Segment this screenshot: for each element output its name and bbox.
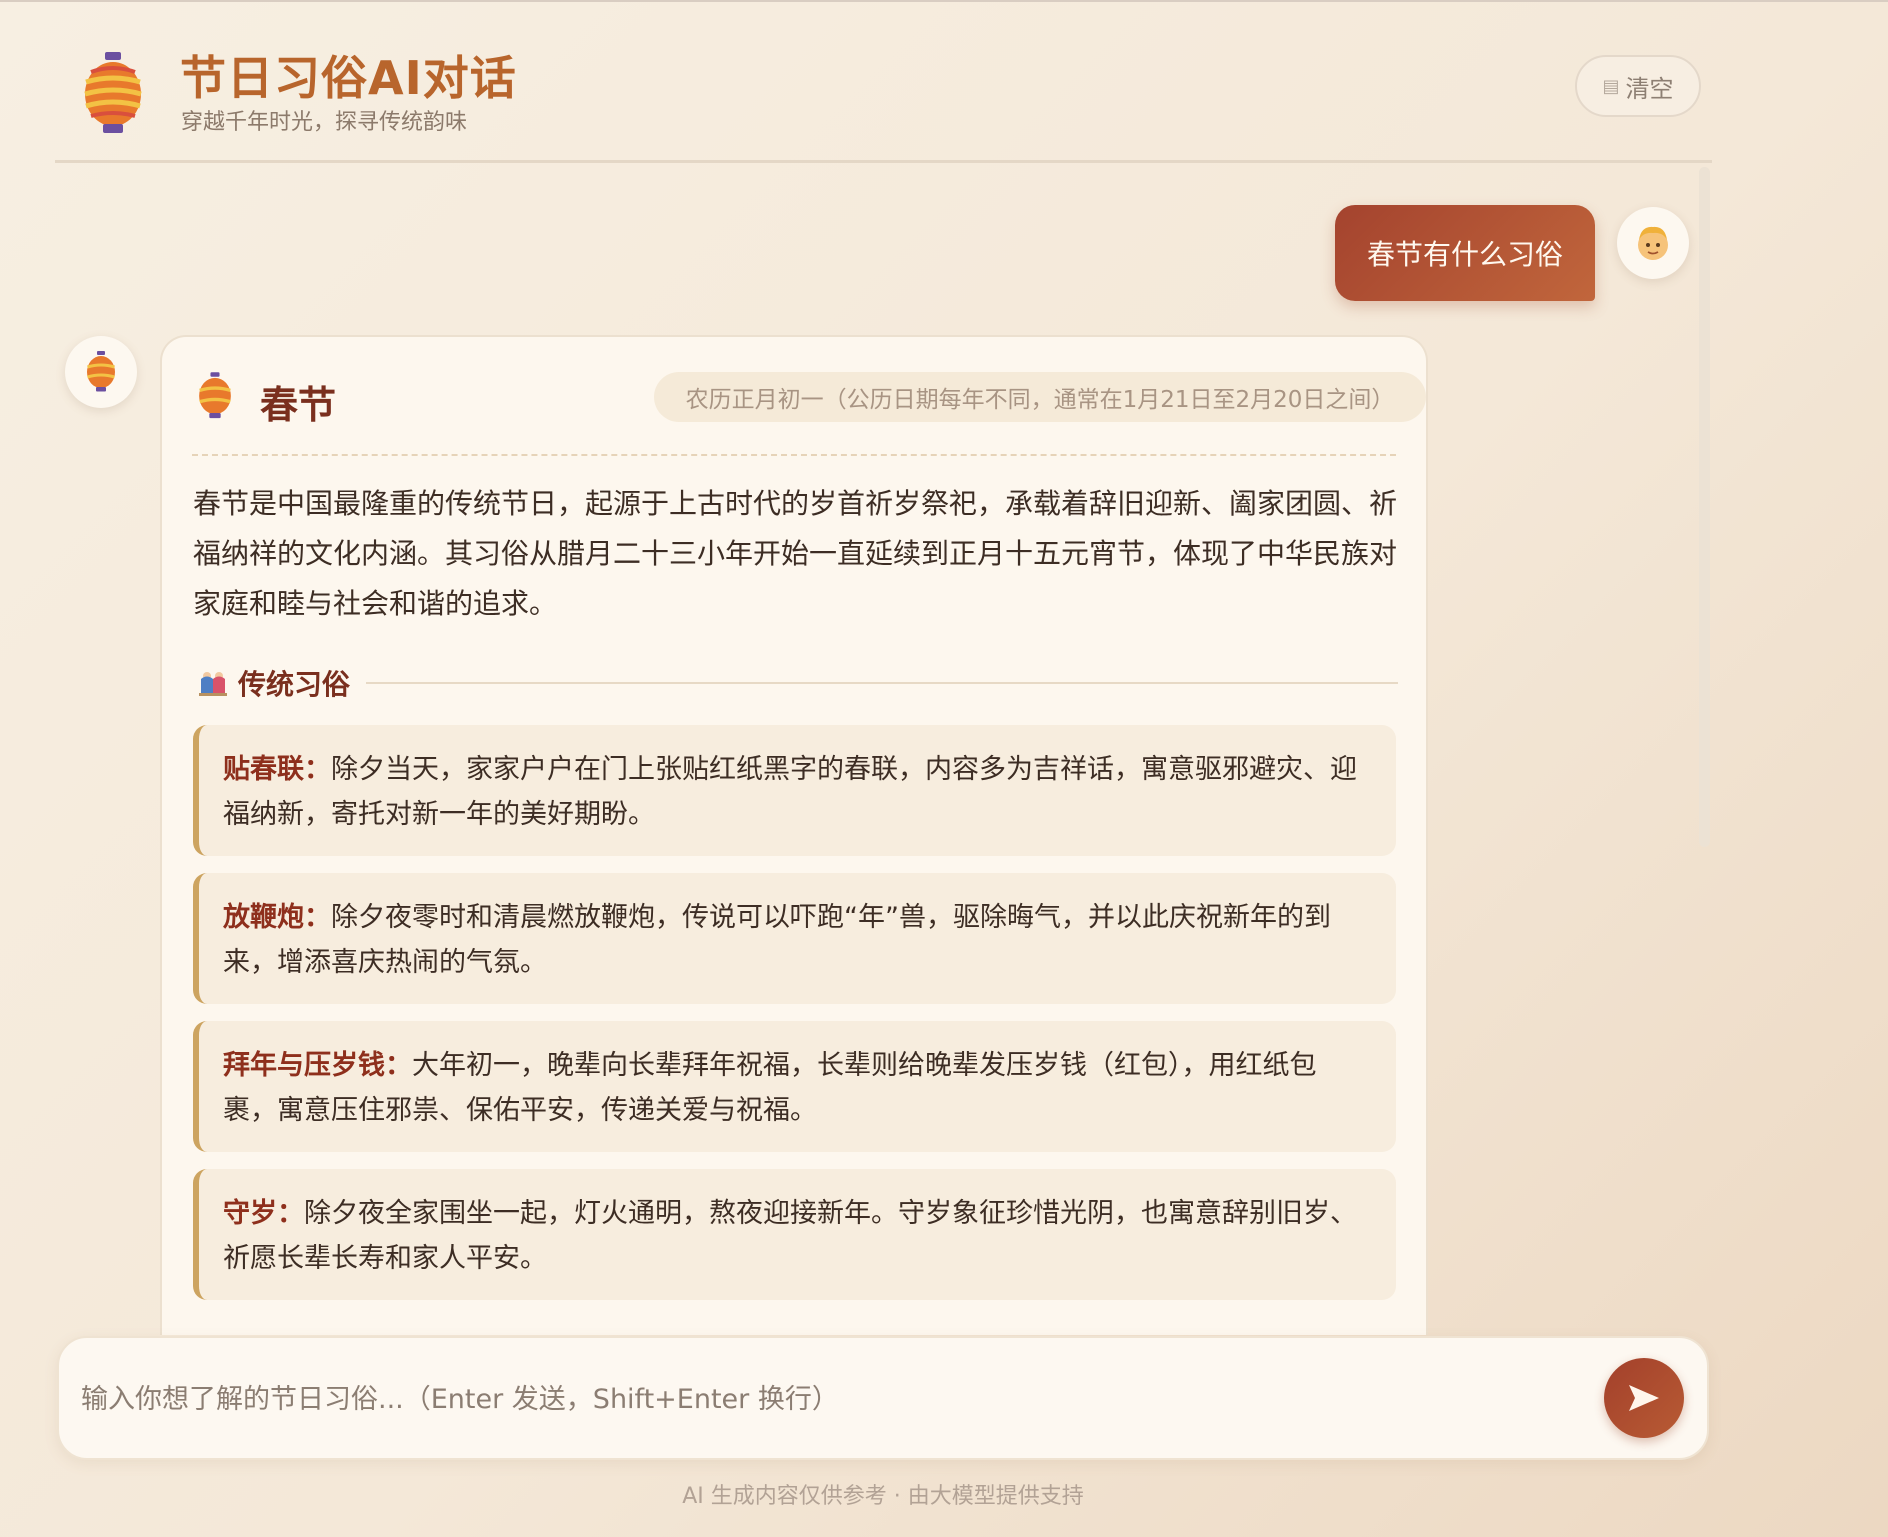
- message-input[interactable]: [79, 1376, 1603, 1430]
- bot-avatar: [65, 336, 137, 408]
- festival-name: 春节: [260, 383, 337, 427]
- lantern-icon: [87, 351, 115, 392]
- custom-name: 贴春联：: [223, 754, 331, 785]
- custom-text: 除夕当天，家家户户在门上张贴红纸黑字的春联，内容多为吉祥话，寓意驱邪避灾、迎福纳…: [223, 754, 1357, 830]
- app-subtitle: 穿越千年时光，探寻传统韵味: [181, 110, 468, 135]
- app-title: 节日习俗AI对话: [180, 51, 517, 105]
- answer-card: 春节 农历正月初一（公历日期每年不同，通常在1月21日至2月20日之间） 春节是…: [160, 335, 1428, 1335]
- custom-item: 放鞭炮：除夕夜零时和清晨燃放鞭炮，传说可以吓跑“年”兽，驱除晦气，并以此庆祝新年…: [193, 873, 1396, 1004]
- lantern-icon: [199, 372, 231, 419]
- lantern-logo-icon: [84, 52, 142, 133]
- custom-item: 守岁：除夕夜全家围坐一起，灯火通明，熬夜迎接新年。守岁象征珍惜光阴，也寓意辞别旧…: [193, 1169, 1396, 1300]
- card-divider: [192, 454, 1396, 456]
- header-divider: [55, 160, 1712, 163]
- custom-name: 放鞭炮：: [223, 902, 331, 933]
- user-message-bubble: 春节有什么习俗: [1335, 205, 1595, 301]
- chat-scrollbar[interactable]: [1699, 167, 1710, 847]
- app-header: 节日习俗AI对话 穿越千年时光，探寻传统韵味 ▤ 清空: [55, 40, 1710, 164]
- custom-name: 拜年与压岁钱：: [223, 1050, 412, 1081]
- custom-item: 贴春联：除夕当天，家家户户在门上张贴红纸黑字的春联，内容多为吉祥话，寓意驱邪避灾…: [193, 725, 1396, 856]
- dolls-icon: [199, 672, 227, 696]
- festival-intro: 春节是中国最隆重的传统节日，起源于上古时代的岁首祈岁祭祀，承载着辞旧迎新、阖家团…: [193, 487, 1398, 620]
- window-top-border: [0, 0, 1888, 2]
- customs-section-header: 传统习俗: [198, 663, 1398, 703]
- section-divider: [366, 682, 1398, 684]
- trash-icon: ▤: [1602, 75, 1620, 97]
- custom-text: 除夕夜零时和清晨燃放鞭炮，传说可以吓跑“年”兽，驱除晦气，并以此庆祝新年的到来，…: [223, 902, 1331, 978]
- clear-button[interactable]: ▤ 清空: [1575, 55, 1701, 117]
- festival-date-badge: 农历正月初一（公历日期每年不同，通常在1月21日至2月20日之间）: [654, 372, 1426, 422]
- custom-item: 拜年与压岁钱：大年初一，晚辈向长辈拜年祝福，长辈则给晚辈发压岁钱（红包），用红纸…: [193, 1021, 1396, 1152]
- send-icon: [1629, 1385, 1659, 1411]
- user-avatar: [1617, 207, 1689, 279]
- person-face-icon: [1638, 226, 1668, 260]
- footer-disclaimer: AI 生成内容仅供参考 · 由大模型提供支持: [682, 1484, 1084, 1509]
- custom-text: 除夕夜全家围坐一起，灯火通明，熬夜迎接新年。守岁象征珍惜光阴，也寓意辞别旧岁、祈…: [223, 1198, 1357, 1274]
- message-composer: [57, 1336, 1709, 1460]
- custom-name: 守岁：: [223, 1198, 304, 1229]
- card-header: 春节 农历正月初一（公历日期每年不同，通常在1月21日至2月20日之间）: [192, 372, 1426, 442]
- send-button[interactable]: [1604, 1358, 1684, 1438]
- customs-section-title: 传统习俗: [238, 668, 351, 701]
- clear-button-label: 清空: [1625, 74, 1674, 103]
